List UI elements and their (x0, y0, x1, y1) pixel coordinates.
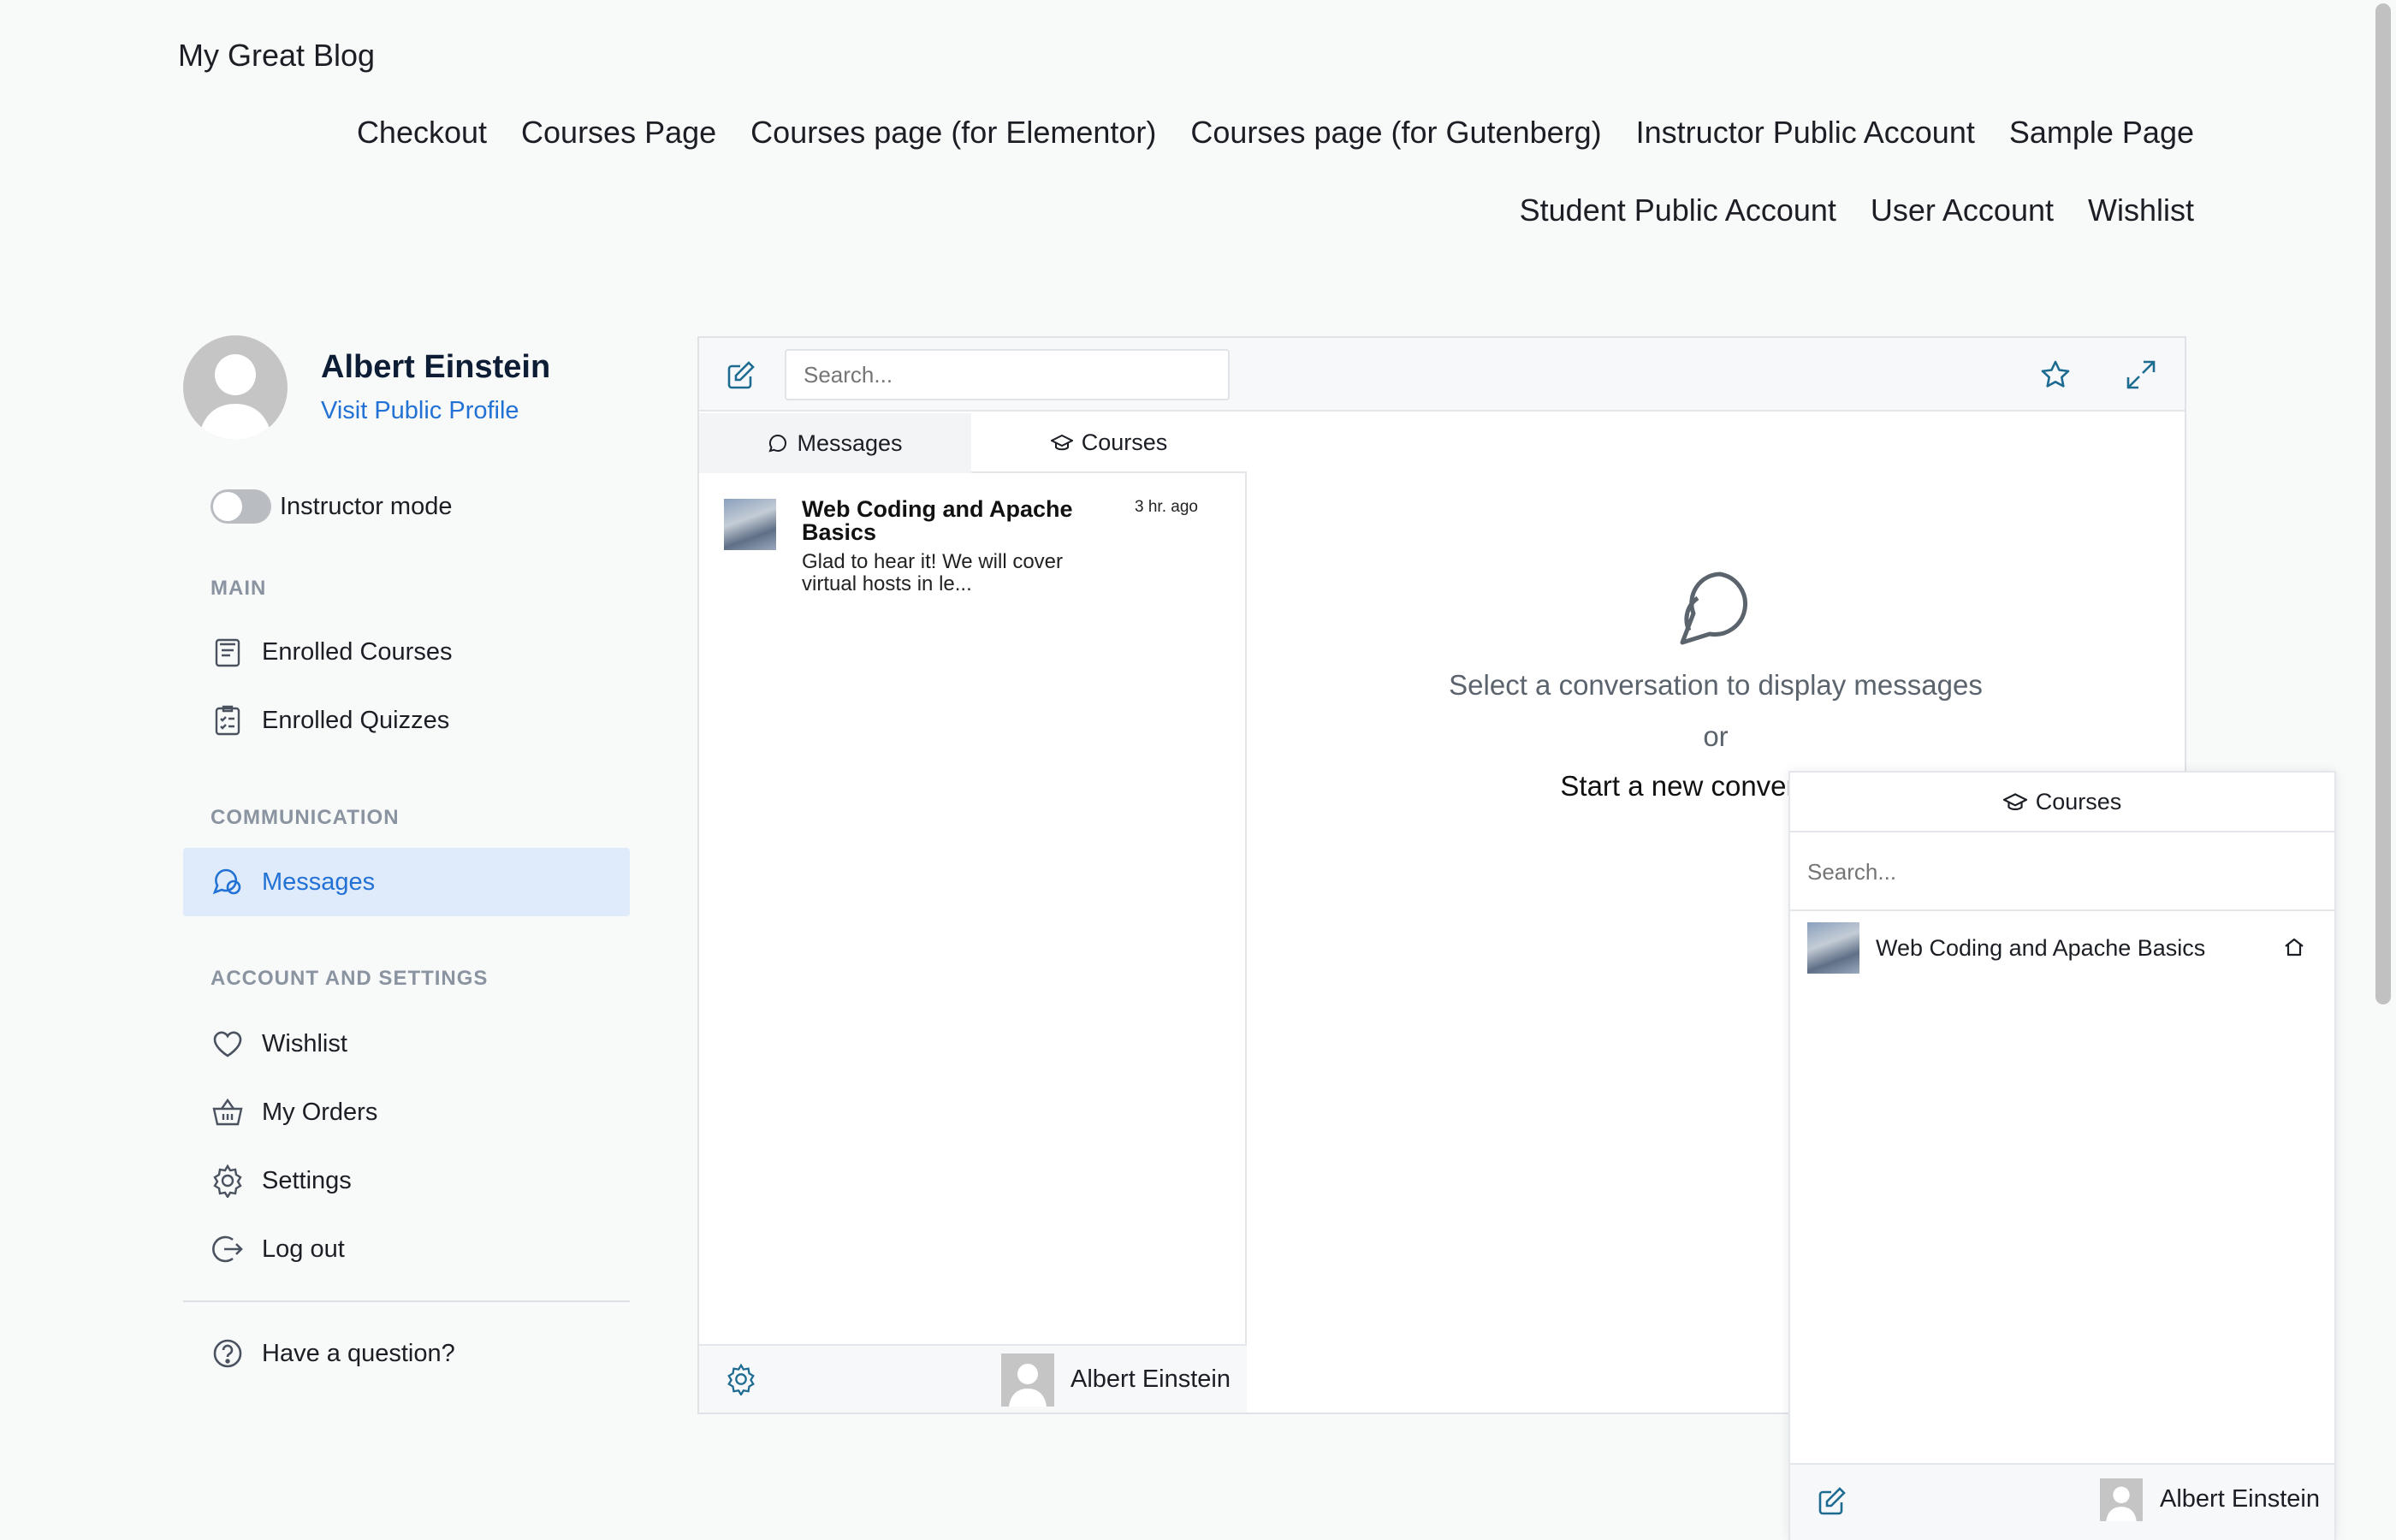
sidebar-item-my-orders[interactable]: My Orders (183, 1078, 630, 1146)
avatar (183, 335, 288, 440)
footer-user-name: Albert Einstein (1070, 1365, 1231, 1393)
sidebar-item-label: Log out (262, 1235, 345, 1263)
instructor-mode-label: Instructor mode (280, 493, 453, 520)
nav-link-courses-elementor[interactable]: Courses page (for Elementor) (750, 115, 1156, 151)
messages-search-input[interactable] (785, 349, 1230, 400)
tab-label: Courses (1081, 429, 1168, 455)
course-item-label: Web Coding and Apache Basics (1876, 935, 2206, 961)
nav-link-checkout[interactable]: Checkout (357, 115, 487, 151)
sidebar-item-log-out[interactable]: Log out (183, 1215, 630, 1283)
chat-bubbles-icon (211, 865, 245, 899)
avatar (2100, 1478, 2143, 1521)
tab-messages[interactable]: Messages (699, 413, 971, 473)
tab-label: Messages (797, 429, 903, 456)
toggle-knob (213, 492, 242, 521)
graduation-cap-icon (2002, 791, 2027, 813)
courses-search-input[interactable] (1790, 834, 2334, 911)
home-icon[interactable] (2283, 936, 2305, 958)
instructor-mode-toggle[interactable] (211, 489, 271, 524)
course-thumbnail (1807, 922, 1859, 974)
section-heading-communication: COMMUNICATION (211, 806, 400, 829)
empty-state-or: or (1703, 720, 1729, 752)
nav-link-student-public-account[interactable]: Student Public Account (1520, 192, 1836, 228)
tab-courses[interactable]: Courses (971, 413, 1247, 473)
sidebar-item-label: Wishlist (262, 1029, 347, 1057)
help-link[interactable]: Have a question? (183, 1319, 630, 1388)
quiz-checklist-icon (211, 703, 245, 737)
sidebar-item-enrolled-quizzes[interactable]: Enrolled Quizzes (183, 686, 630, 755)
courses-popup-title: Courses (2035, 788, 2122, 814)
empty-state-message: Select a conversation to display message… (1449, 669, 1983, 701)
courses-popup-header[interactable]: Courses (1790, 773, 2334, 832)
sidebar-item-label: Enrolled Courses (262, 637, 453, 666)
visit-public-profile-link[interactable]: Visit Public Profile (321, 397, 519, 425)
gear-icon (211, 1164, 245, 1198)
sidebar-item-label: Settings (262, 1166, 352, 1194)
nav-link-instructor-public-account[interactable]: Instructor Public Account (1636, 115, 1975, 151)
star-icon[interactable] (2039, 358, 2072, 391)
nav-link-user-account[interactable]: User Account (1871, 192, 2054, 228)
compose-icon[interactable] (725, 358, 757, 391)
popup-footer-user-name: Albert Einstein (2160, 1485, 2320, 1513)
basket-icon (211, 1095, 245, 1129)
sidebar-item-label: Enrolled Quizzes (262, 706, 450, 734)
settings-gear-icon[interactable] (725, 1363, 757, 1395)
sidebar-item-label: Messages (262, 868, 376, 896)
course-thumbnail (724, 499, 776, 550)
question-circle-icon (211, 1336, 245, 1371)
sidebar-item-label: My Orders (262, 1098, 378, 1126)
heart-icon (211, 1027, 245, 1061)
section-heading-account: ACCOUNT AND SETTINGS (211, 967, 489, 990)
sidebar-divider (183, 1300, 630, 1302)
graduation-cap-icon (1050, 432, 1073, 453)
sidebar-item-settings[interactable]: Settings (183, 1146, 630, 1215)
sidebar-item-wishlist[interactable]: Wishlist (183, 1010, 630, 1078)
avatar (1001, 1353, 1054, 1407)
section-heading-main: MAIN (211, 577, 267, 600)
logout-icon (211, 1232, 245, 1266)
expand-icon[interactable] (2125, 358, 2157, 391)
site-title[interactable]: My Great Blog (178, 38, 375, 74)
nav-link-courses-gutenberg[interactable]: Courses page (for Gutenberg) (1190, 115, 1601, 151)
chat-bubble-icon (1675, 569, 1756, 649)
compose-icon[interactable] (1816, 1484, 1848, 1517)
nav-link-sample-page[interactable]: Sample Page (2009, 115, 2194, 151)
course-book-icon (211, 635, 245, 669)
conversation-title: Web Coding and Apache Basics (802, 496, 1073, 545)
conversation-snippet: Glad to hear it! We will cover virtual h… (802, 550, 1064, 595)
primary-nav-row-2: Student Public Account User Account Wish… (1486, 192, 2194, 228)
primary-nav-row-1: Checkout Courses Page Courses page (for … (323, 115, 2194, 151)
nav-link-wishlist[interactable]: Wishlist (2088, 192, 2194, 228)
profile-name: Albert Einstein (321, 349, 551, 385)
chat-icon (768, 433, 788, 453)
conversation-time: 3 hr. ago (1135, 498, 1198, 516)
help-label: Have a question? (262, 1339, 455, 1367)
nav-link-courses-page[interactable]: Courses Page (521, 115, 716, 151)
scrollbar-thumb[interactable] (2375, 3, 2391, 1004)
sidebar-item-messages[interactable]: Messages (183, 848, 630, 916)
sidebar-item-enrolled-courses[interactable]: Enrolled Courses (183, 618, 630, 686)
